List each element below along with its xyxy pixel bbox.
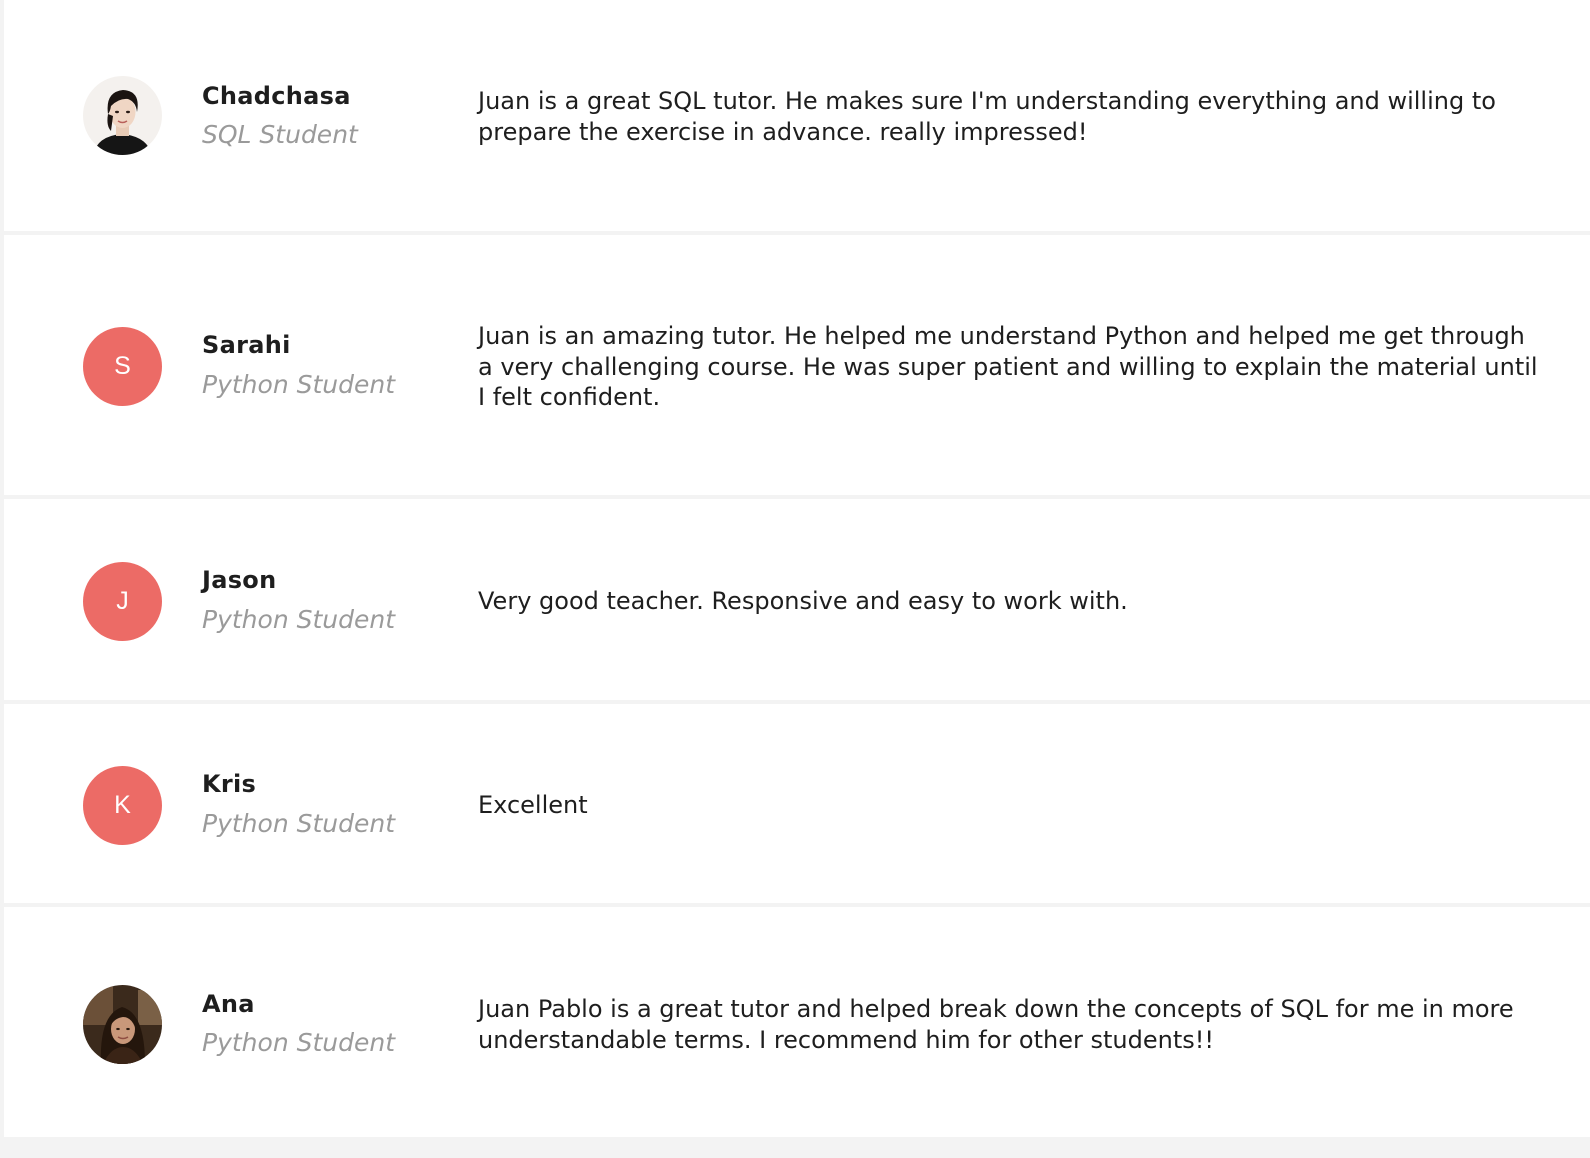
review-item: Chadchasa SQL Student Juan is a great SQ… [4, 0, 1590, 231]
avatar: S [83, 327, 162, 406]
reviewer-role: Python Student [202, 370, 396, 399]
reviewer-role: Python Student [202, 605, 396, 634]
review-text: Excellent [478, 791, 588, 819]
reviewer-name: Ana [202, 990, 255, 1018]
review-item: S Sarahi Python Student Juan is an amazi… [4, 235, 1590, 495]
avatar: K [83, 766, 162, 845]
avatar [83, 76, 162, 155]
reviewer-role: Python Student [202, 1028, 396, 1057]
reviewer-name: Jason [202, 566, 277, 594]
reviewer-role: SQL Student [202, 120, 358, 149]
avatar: J [83, 562, 162, 641]
reviewer-name: Sarahi [202, 331, 291, 359]
reviews-list: Chadchasa SQL Student Juan is a great SQ… [4, 0, 1590, 1158]
review-text: Very good teacher. Responsive and easy t… [478, 587, 1128, 615]
review-item: K Kris Python Student Excellent [4, 704, 1590, 903]
reviewer-name: Chadchasa [202, 82, 351, 110]
review-item: J Jason Python Student Very good teacher… [4, 499, 1590, 700]
review-item: Ana Python Student Juan Pablo is a great… [4, 907, 1590, 1137]
review-text: Juan is a great SQL tutor. He makes sure… [478, 87, 1496, 146]
review-text: Juan Pablo is a great tutor and helped b… [478, 995, 1514, 1054]
avatar [83, 985, 162, 1064]
reviewer-name: Kris [202, 770, 257, 798]
reviewer-role: Python Student [202, 809, 396, 838]
review-text: Juan is an amazing tutor. He helped me u… [478, 322, 1538, 411]
